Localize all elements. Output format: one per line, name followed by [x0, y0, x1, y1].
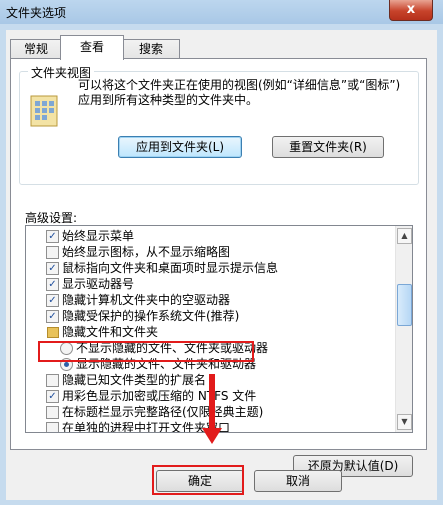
tab-view[interactable]: 查看	[60, 35, 124, 60]
setting-label: 隐藏计算机文件夹中的空驱动器	[62, 293, 231, 307]
setting-label: 始终显示菜单	[62, 229, 135, 243]
checkbox-checked[interactable]: ✓	[46, 294, 59, 307]
setting-label: 显示驱动器号	[62, 277, 135, 291]
checkbox-checked[interactable]: ✓	[46, 230, 59, 243]
scrollbar-thumb[interactable]	[397, 284, 412, 326]
title-bar[interactable]: 文件夹选项 x	[0, 0, 443, 24]
checkbox-checked[interactable]: ✓	[46, 262, 59, 275]
setting-label: 隐藏文件和文件夹	[62, 325, 159, 339]
checkbox-unchecked[interactable]	[46, 422, 59, 432]
annotation-arrow-shaft	[209, 374, 215, 434]
advanced-settings-list[interactable]: ✓ 始终显示菜单 始终显示图标，从不显示缩略图 ✓ 鼠标指向文件夹和桌面项时显示…	[25, 225, 413, 433]
folder-view-group: 文件夹视图 可以将这个文件夹正在使用的视图(例如“详细信息”或“图标”)应用到所…	[19, 64, 419, 185]
setting-label: 用彩色显示加密或压缩的 NTFS 文件	[62, 389, 257, 403]
folder-view-description: 可以将这个文件夹正在使用的视图(例如“详细信息”或“图标”)应用到所有这种类型的…	[78, 78, 401, 107]
highlight-box-ok	[152, 465, 244, 495]
checkbox-checked[interactable]: ✓	[46, 310, 59, 323]
highlight-box-extensions	[38, 341, 254, 362]
cancel-button[interactable]: 取消	[254, 470, 342, 492]
checkbox-checked[interactable]: ✓	[46, 278, 59, 291]
apply-to-folders-button[interactable]: 应用到文件夹(L)	[118, 136, 242, 158]
setting-label: 隐藏已知文件类型的扩展名	[62, 373, 207, 387]
view-tab-panel: 文件夹视图 可以将这个文件夹正在使用的视图(例如“详细信息”或“图标”)应用到所…	[10, 58, 427, 477]
folder-options-window: 文件夹选项 x 常规 查看 搜索 文件夹视图 可以将这个文件夹正在使用的视图(例…	[0, 0, 443, 505]
folder-icon	[47, 327, 59, 338]
advanced-settings-label: 高级设置:	[25, 211, 78, 225]
scroll-up-icon[interactable]: ▲	[397, 228, 412, 244]
checkbox-unchecked[interactable]	[46, 246, 59, 259]
arrow-down-icon	[202, 428, 222, 444]
tab-search[interactable]: 搜索	[122, 39, 180, 59]
folder-view-icon	[30, 95, 58, 127]
setting-label: 在标题栏显示完整路径(仅限经典主题)	[62, 405, 264, 419]
setting-label: 隐藏受保护的操作系统文件(推荐)	[62, 309, 240, 323]
vertical-scrollbar[interactable]: ▲ ▼	[395, 226, 412, 432]
checkbox-unchecked[interactable]	[46, 374, 59, 387]
tab-general[interactable]: 常规	[10, 39, 62, 59]
checkbox-checked[interactable]: ✓	[46, 390, 59, 403]
window-title: 文件夹选项	[6, 6, 67, 20]
setting-label: 始终显示图标，从不显示缩略图	[62, 245, 231, 259]
close-button[interactable]: x	[389, 0, 433, 21]
scroll-down-icon[interactable]: ▼	[397, 414, 412, 430]
checkbox-unchecked[interactable]	[46, 406, 59, 419]
reset-folders-button[interactable]: 重置文件夹(R)	[272, 136, 384, 158]
setting-label: 鼠标指向文件夹和桌面项时显示提示信息	[62, 261, 279, 275]
